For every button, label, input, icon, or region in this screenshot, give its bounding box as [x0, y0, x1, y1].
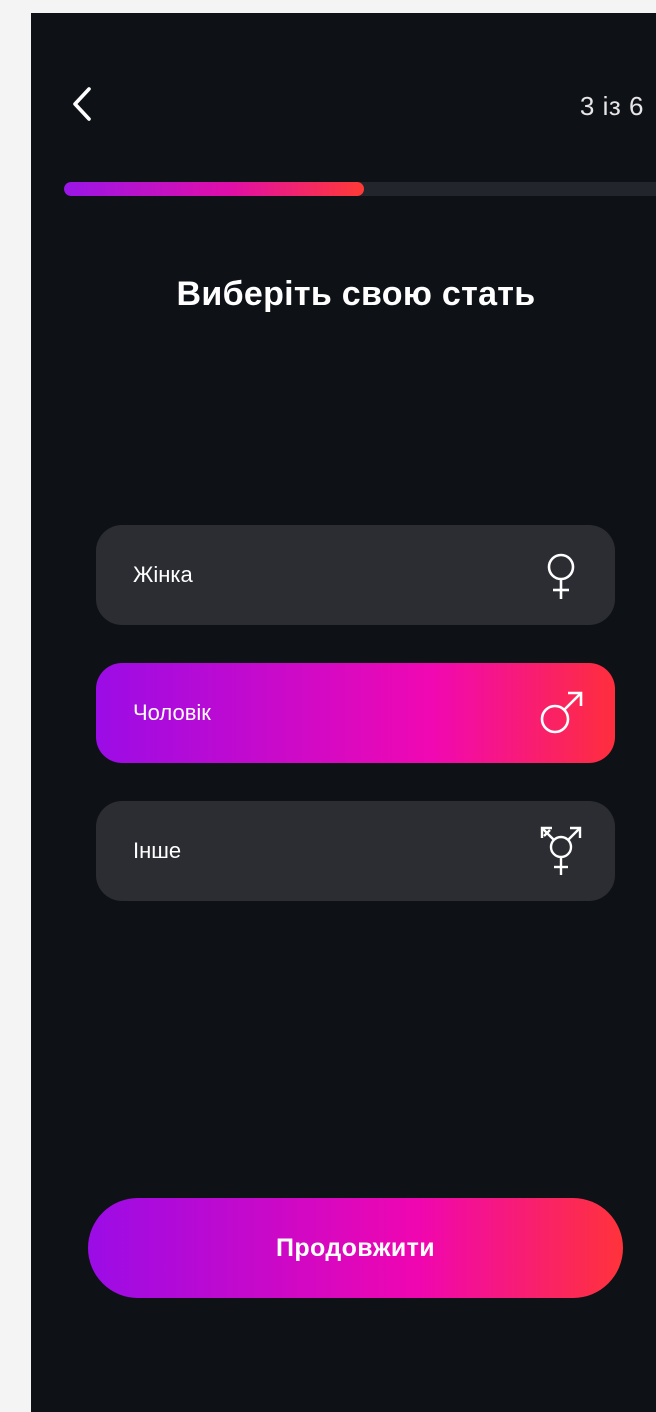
option-label: Жінка	[133, 562, 193, 587]
progress-bar	[64, 182, 656, 196]
step-counter: 3 із 6	[579, 91, 644, 121]
progress-bar-fill	[64, 182, 364, 196]
gender-selection-screen: 3 із 6 Виберіть свою стать Жінка Чоловік…	[31, 13, 656, 1412]
option-male[interactable]: Чоловік	[96, 663, 615, 763]
female-symbol-icon	[533, 547, 589, 603]
option-label: Інше	[133, 838, 182, 863]
continue-button[interactable]: Продовжити	[88, 1198, 623, 1298]
option-female[interactable]: Жінка	[96, 525, 615, 625]
option-other[interactable]: Інше	[96, 801, 615, 901]
transgender-symbol-icon	[533, 823, 589, 879]
back-button[interactable]	[65, 85, 105, 125]
chevron-left-icon	[73, 87, 91, 121]
option-label: Чоловік	[133, 700, 211, 725]
question-title: Виберіть свою стать	[176, 275, 536, 313]
male-symbol-icon	[533, 685, 589, 741]
